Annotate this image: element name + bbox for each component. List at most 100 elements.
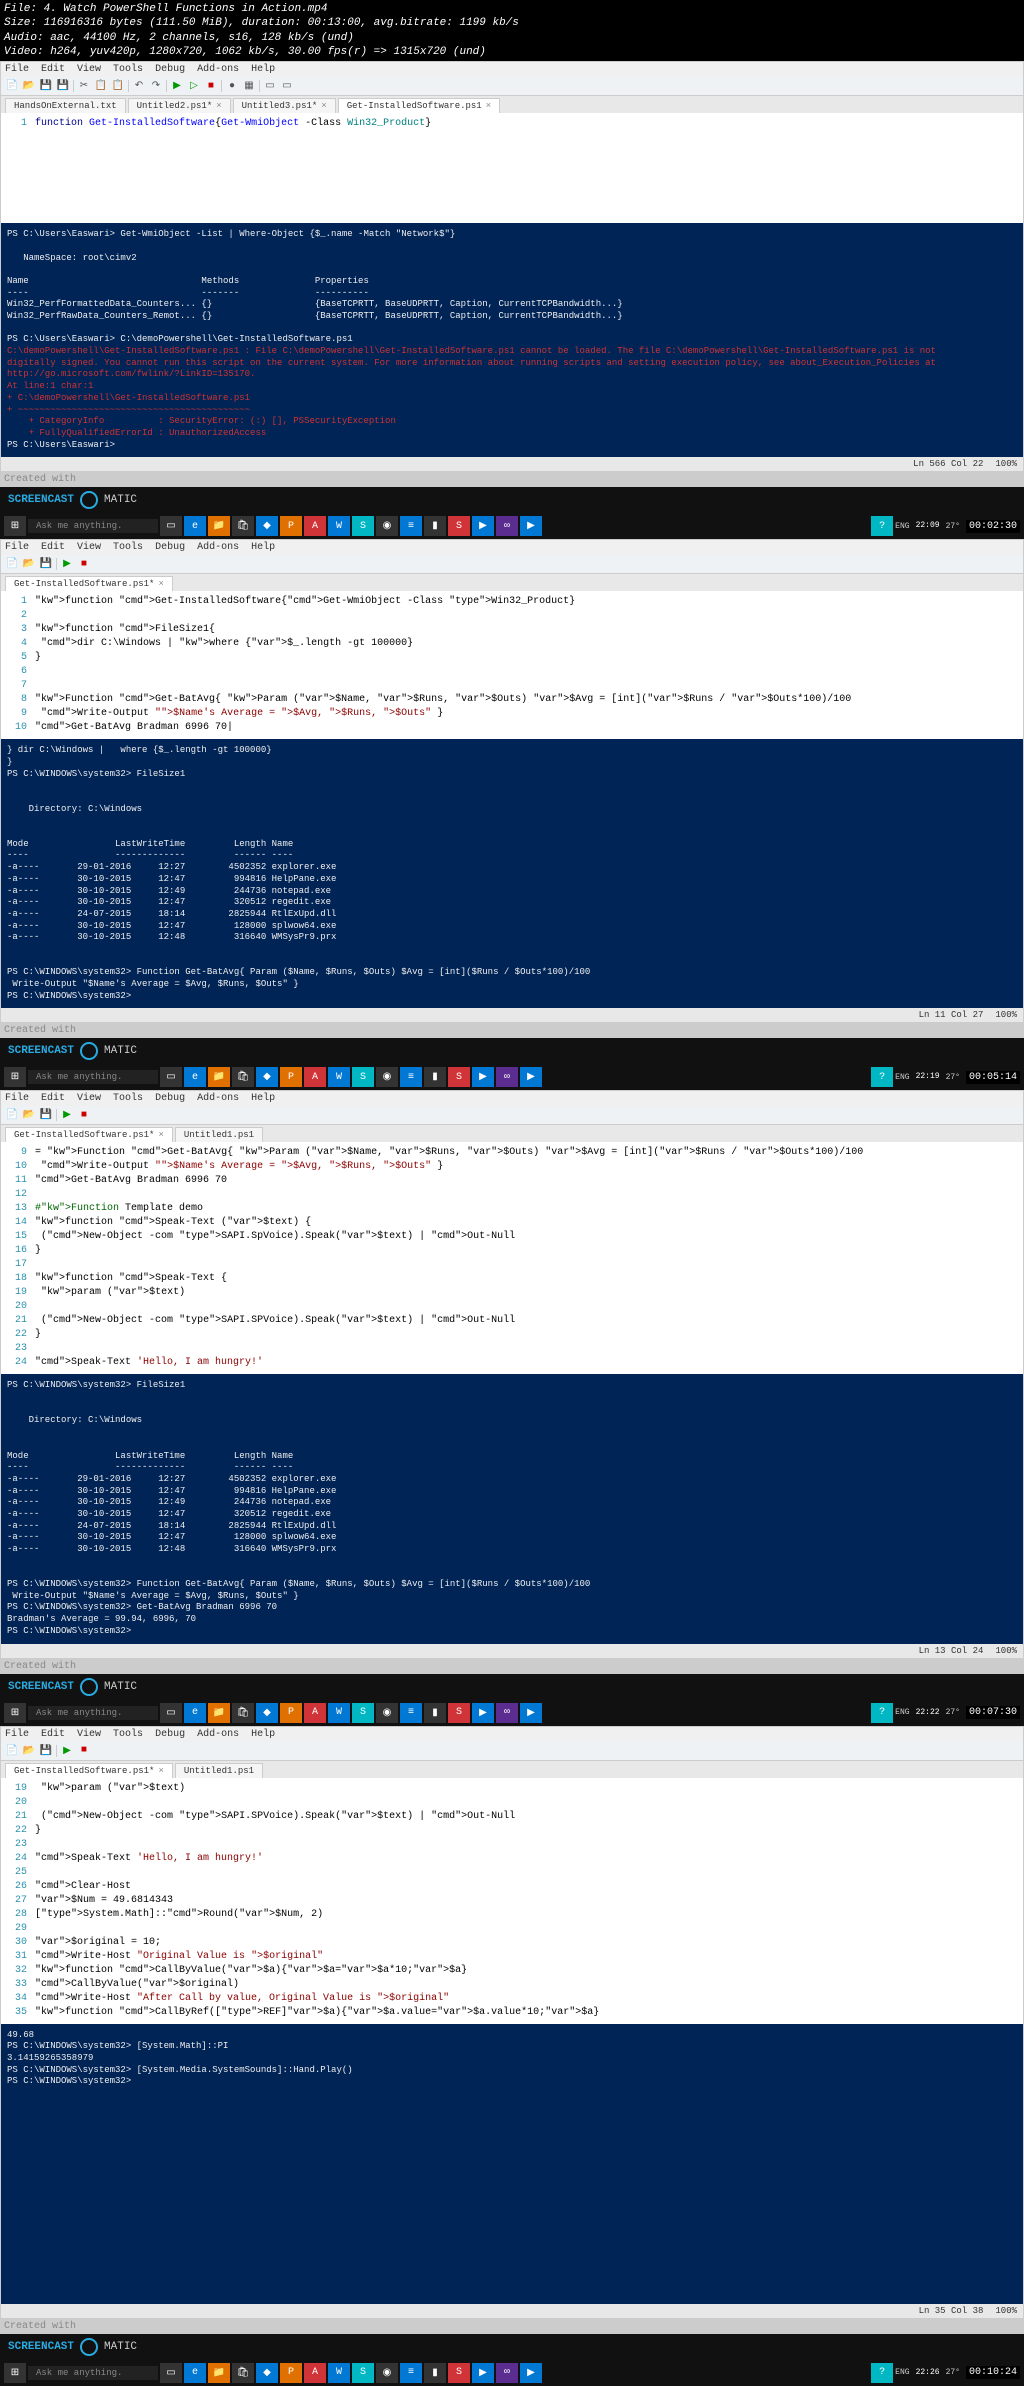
- help-icon[interactable]: ?: [871, 2363, 893, 2383]
- store-icon[interactable]: 🛍: [232, 516, 254, 536]
- stop-icon[interactable]: ■: [77, 1108, 91, 1122]
- console-pane[interactable]: 49.68 PS C:\WINDOWS\system32> [System.Ma…: [1, 2024, 1023, 2304]
- script-editor[interactable]: 19 "kw">param ("var">$text)2021 ("cmd">N…: [1, 1778, 1023, 2024]
- menu-view[interactable]: View: [77, 542, 101, 553]
- edge-icon[interactable]: e: [184, 516, 206, 536]
- run-icon[interactable]: ▶: [60, 1744, 74, 1758]
- new-icon[interactable]: 📄: [5, 557, 19, 571]
- eng-indicator[interactable]: ENG: [895, 522, 909, 531]
- menu-edit[interactable]: Edit: [41, 1093, 65, 1104]
- vs-icon[interactable]: ∞: [496, 516, 518, 536]
- clock[interactable]: 22:09: [916, 522, 940, 530]
- open-icon[interactable]: 📂: [22, 557, 36, 571]
- console-pane[interactable]: PS C:\Users\Easwari> Get-WmiObject -List…: [1, 223, 1023, 457]
- save-icon[interactable]: 💾: [39, 557, 53, 571]
- tab-handson[interactable]: HandsOnExternal.txt: [5, 98, 126, 113]
- tab-getinstalled[interactable]: Get-InstalledSoftware.ps1*×: [5, 576, 173, 591]
- console-pane[interactable]: PS C:\WINDOWS\system32> FileSize1 Direct…: [1, 1374, 1023, 1643]
- save-icon[interactable]: 💾: [39, 1744, 53, 1758]
- help-icon[interactable]: ?: [871, 1703, 893, 1723]
- powershell-icon[interactable]: ▶: [520, 516, 542, 536]
- menu-file[interactable]: File: [5, 1093, 29, 1104]
- menu-view[interactable]: View: [77, 64, 101, 75]
- menu-addons[interactable]: Add-ons: [197, 1093, 239, 1104]
- powerpoint-icon[interactable]: P: [280, 516, 302, 536]
- open-icon[interactable]: 📂: [22, 79, 36, 93]
- help-icon[interactable]: ?: [871, 1067, 893, 1087]
- access-icon[interactable]: A: [304, 516, 326, 536]
- clock[interactable]: 22:22: [916, 1709, 940, 1717]
- open-icon[interactable]: 📂: [22, 1744, 36, 1758]
- new-icon[interactable]: 📄: [5, 1108, 19, 1122]
- menu-view[interactable]: View: [77, 1729, 101, 1740]
- tab-untitled1[interactable]: Untitled1.ps1: [175, 1763, 263, 1778]
- close-icon[interactable]: ×: [158, 579, 163, 589]
- script-editor[interactable]: 9= "kw">Function "cmd">Get-BatAvg{ "kw">…: [1, 1142, 1023, 1374]
- help-icon[interactable]: ?: [871, 516, 893, 536]
- copy-icon[interactable]: 📋: [94, 79, 108, 93]
- tab-untitled1[interactable]: Untitled1.ps1: [175, 1127, 263, 1142]
- menu-tools[interactable]: Tools: [113, 64, 143, 75]
- run-icon[interactable]: ▶: [60, 557, 74, 571]
- tab-getinstalled[interactable]: Get-InstalledSoftware.ps1*×: [5, 1127, 173, 1142]
- explorer-icon[interactable]: 📁: [208, 516, 230, 536]
- menu-addons[interactable]: Add-ons: [197, 64, 239, 75]
- start-icon[interactable]: ⊞: [4, 1703, 26, 1723]
- menu-addons[interactable]: Add-ons: [197, 1729, 239, 1740]
- cortana-search[interactable]: Ask me anything.: [28, 519, 158, 533]
- menu-help[interactable]: Help: [251, 542, 275, 553]
- menu-debug[interactable]: Debug: [155, 64, 185, 75]
- menu-debug[interactable]: Debug: [155, 1729, 185, 1740]
- close-icon[interactable]: ×: [486, 101, 491, 111]
- stop-icon[interactable]: ■: [77, 557, 91, 571]
- save-icon[interactable]: 💾: [39, 79, 53, 93]
- tab-getinstalled[interactable]: Get-InstalledSoftware.ps1×: [338, 98, 500, 113]
- close-icon[interactable]: ×: [321, 101, 326, 111]
- menu-tools[interactable]: Tools: [113, 1729, 143, 1740]
- run-icon[interactable]: ▶: [170, 79, 184, 93]
- save-icon[interactable]: 💾: [39, 1108, 53, 1122]
- menu-file[interactable]: File: [5, 64, 29, 75]
- cortana-search[interactable]: Ask me anything.: [28, 1070, 158, 1084]
- skype-icon[interactable]: S: [352, 516, 374, 536]
- run-icon[interactable]: ▶: [60, 1108, 74, 1122]
- close-icon[interactable]: ×: [158, 1766, 163, 1776]
- tab-untitled3[interactable]: Untitled3.ps1*×: [233, 98, 336, 113]
- stop-icon[interactable]: ■: [204, 79, 218, 93]
- breakpoint-icon[interactable]: ●: [225, 79, 239, 93]
- terminal-icon[interactable]: ▮: [424, 516, 446, 536]
- cortana-search[interactable]: Ask me anything.: [28, 1706, 158, 1720]
- clock[interactable]: 22:26: [916, 2369, 940, 2377]
- tab-getinstalled[interactable]: Get-InstalledSoftware.ps1*×: [5, 1763, 173, 1778]
- start-icon[interactable]: ⊞: [4, 516, 26, 536]
- menu-help[interactable]: Help: [251, 1729, 275, 1740]
- ps1-icon[interactable]: ▶: [472, 516, 494, 536]
- start-icon[interactable]: ⊞: [4, 2363, 26, 2383]
- menu-help[interactable]: Help: [251, 1093, 275, 1104]
- dropbox-icon[interactable]: ◆: [256, 516, 278, 536]
- show-command-icon[interactable]: ▭: [280, 79, 294, 93]
- stop-icon[interactable]: ■: [77, 1744, 91, 1758]
- menu-help[interactable]: Help: [251, 64, 275, 75]
- tab-untitled2[interactable]: Untitled2.ps1*×: [128, 98, 231, 113]
- clock[interactable]: 22:19: [916, 1073, 940, 1081]
- script-editor[interactable]: 1"kw">function "cmd">Get-InstalledSoftwa…: [1, 591, 1023, 739]
- menu-tools[interactable]: Tools: [113, 542, 143, 553]
- cut-icon[interactable]: ✂: [77, 79, 91, 93]
- menu-debug[interactable]: Debug: [155, 542, 185, 553]
- start-icon[interactable]: ⊞: [4, 1067, 26, 1087]
- new-icon[interactable]: 📄: [5, 79, 19, 93]
- undo-icon[interactable]: ↶: [132, 79, 146, 93]
- menu-edit[interactable]: Edit: [41, 64, 65, 75]
- script-editor[interactable]: 1function Get-InstalledSoftware{Get-WmiO…: [1, 113, 1023, 223]
- console-pane[interactable]: } dir C:\Windows | where {$_.length -gt …: [1, 739, 1023, 1008]
- menu-file[interactable]: File: [5, 1729, 29, 1740]
- menu-file[interactable]: File: [5, 542, 29, 553]
- menu-edit[interactable]: Edit: [41, 1729, 65, 1740]
- new-remote-icon[interactable]: ▦: [242, 79, 256, 93]
- vscode-icon[interactable]: ≡: [400, 516, 422, 536]
- redo-icon[interactable]: ↷: [149, 79, 163, 93]
- cortana-search[interactable]: Ask me anything.: [28, 2366, 158, 2380]
- menu-addons[interactable]: Add-ons: [197, 542, 239, 553]
- task-view-icon[interactable]: ▭: [160, 516, 182, 536]
